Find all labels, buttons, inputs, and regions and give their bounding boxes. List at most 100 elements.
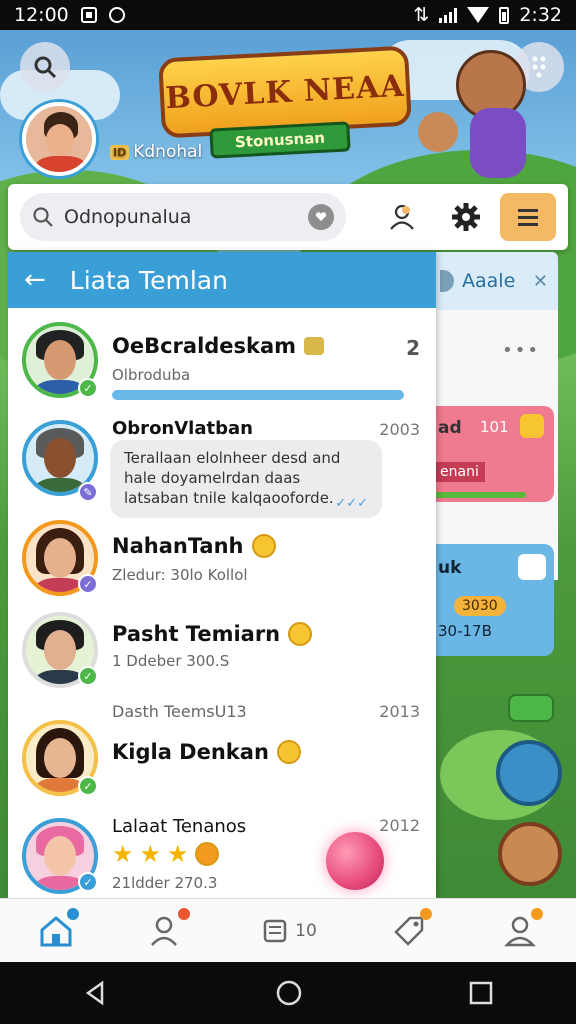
- side-panel-body: ••• ad 101 enani: [434, 310, 558, 580]
- game-logo-subtitle: Stonusnan: [209, 121, 351, 159]
- menu-button[interactable]: [500, 193, 556, 241]
- reward-card-title: uk: [438, 558, 462, 578]
- back-icon[interactable]: [82, 979, 110, 1007]
- online-check-icon: ✓: [78, 872, 98, 892]
- player-avatar[interactable]: [22, 102, 96, 176]
- friend-year: 2013: [379, 702, 420, 721]
- friend-year: 2003: [379, 420, 420, 439]
- side-panel-header: Aaale ✕: [434, 252, 558, 310]
- online-check-icon: ✓: [78, 378, 98, 398]
- player-tag: ID: [110, 144, 130, 160]
- online-check-icon: ✓: [78, 776, 98, 796]
- emoji-icon: [194, 842, 219, 866]
- character-portrait[interactable]: [498, 822, 562, 886]
- reward-card[interactable]: uk 3030 30-17B: [434, 544, 554, 656]
- nav-profile[interactable]: [495, 907, 545, 954]
- game-logo-title: BOVLK NEAA: [164, 68, 406, 116]
- nav-inventory[interactable]: 10: [253, 908, 323, 954]
- recents-icon[interactable]: [468, 980, 494, 1006]
- away-status-icon: ✎: [78, 482, 98, 502]
- home-circle-icon[interactable]: [274, 978, 304, 1008]
- friend-name: OeBcraldeskam: [112, 334, 325, 358]
- friend-subtitle: Zledur: 30lo Kollol: [112, 566, 248, 584]
- friend-name: Kigla Denkan: [112, 740, 301, 764]
- rating-stars: ★ ★ ★: [112, 840, 219, 868]
- settings-button[interactable]: [444, 195, 488, 239]
- event-card-progress: [434, 492, 526, 498]
- shop-badge: [420, 907, 433, 920]
- back-arrow-icon[interactable]: ←: [24, 265, 46, 295]
- status-bar: 12:00 ⇅ 2:32: [0, 0, 576, 30]
- star-icon: ★: [167, 840, 189, 868]
- friend-name: Pasht Temiarn: [112, 622, 313, 646]
- friend-subtitle: 21ldder 270.3: [112, 874, 218, 892]
- event-card-number: 101: [480, 418, 509, 436]
- friend-badge: 2: [406, 336, 420, 360]
- floating-game-ball[interactable]: [326, 832, 384, 890]
- message-bubble[interactable]: Terallaan elolnheer desd and hale doyame…: [110, 440, 382, 518]
- mascot-body: [470, 108, 526, 178]
- map-marker-icon: [508, 694, 554, 722]
- online-check-icon: ✓: [78, 666, 98, 686]
- nav-home[interactable]: [31, 907, 81, 954]
- nav-shop[interactable]: [384, 907, 434, 954]
- system-nav: [0, 962, 576, 1024]
- event-card[interactable]: ad 101 enani: [434, 406, 554, 502]
- gift-icon: [304, 337, 325, 355]
- gear-icon: [452, 203, 480, 231]
- reward-card-score: 3030: [454, 596, 506, 616]
- friends-badge: [177, 907, 190, 920]
- list-item[interactable]: Dasth TeemsU13 2013 ✓ Kigla Denkan: [8, 700, 436, 808]
- heart-icon: [315, 212, 327, 221]
- hamburger-icon: [518, 209, 538, 226]
- close-icon[interactable]: ✕: [533, 271, 548, 292]
- clear-search-button[interactable]: [308, 204, 334, 230]
- search-toolbar: [8, 184, 568, 250]
- friend-name: NahanTanh: [112, 534, 276, 558]
- data-arrows-icon: ⇅: [413, 4, 430, 26]
- friend-name: ObronVlatban: [112, 418, 253, 439]
- read-receipt-icon: ✓✓✓: [335, 496, 368, 511]
- more-icon[interactable]: •••: [502, 340, 540, 361]
- away-check-icon: ✓: [78, 574, 98, 594]
- profile-badge: [531, 907, 544, 920]
- player-name: Kdnohal: [133, 142, 203, 162]
- side-panel[interactable]: Aaale ✕ ••• ad 101 enani uk 3030 30-17B: [434, 252, 562, 898]
- star-icon: ★: [139, 840, 162, 868]
- friend-subtitle: Olbroduba: [112, 366, 191, 384]
- inventory-count: 10: [295, 920, 317, 941]
- add-friend-button[interactable]: [380, 195, 424, 239]
- section-label: Dasth TeemsU13: [112, 702, 247, 721]
- dots-icon: [532, 56, 546, 78]
- status-time: 12:00: [14, 4, 69, 26]
- home-badge: [66, 907, 79, 920]
- player-name-row: ID Kdnohal: [110, 142, 202, 162]
- search-input[interactable]: [64, 206, 284, 228]
- message-text: Terallaan elolnheer desd and hale doyame…: [124, 449, 341, 507]
- status-clock: 2:32: [519, 4, 562, 26]
- event-card-footer: enani: [434, 462, 485, 482]
- puzzle-icon: [520, 414, 544, 438]
- emoji-icon: [251, 534, 276, 558]
- event-card-title: ad: [438, 418, 462, 438]
- emoji-icon: [276, 740, 301, 764]
- reward-card-range: 30-17B: [438, 622, 492, 640]
- nav-friends[interactable]: [142, 907, 192, 954]
- search-button[interactable]: [20, 42, 70, 92]
- star-icon: ★: [112, 840, 134, 868]
- list-item[interactable]: ✓ Pasht Temiarn 1 Ddeber 300.S: [8, 606, 436, 702]
- person-add-icon: [390, 204, 414, 230]
- search-field[interactable]: [20, 193, 346, 241]
- compass-button[interactable]: [496, 740, 562, 806]
- inventory-icon: [263, 919, 287, 942]
- friends-panel-header: ← Liata Temlan: [8, 252, 436, 308]
- emoji-icon: [288, 622, 313, 646]
- friend-name: Lalaat Tenanos: [112, 816, 247, 837]
- battery-icon: [499, 6, 510, 24]
- list-item[interactable]: ✓ NahanTanh Zledur: 30lo Kollol: [8, 514, 436, 606]
- friend-year: 2012: [379, 816, 420, 835]
- list-item[interactable]: ✓ OeBcraldeskam Olbroduba 2: [8, 312, 436, 412]
- sync-icon: [108, 7, 125, 23]
- friend-subtitle: 1 Ddeber 300.S: [112, 652, 230, 670]
- search-icon: [33, 207, 53, 227]
